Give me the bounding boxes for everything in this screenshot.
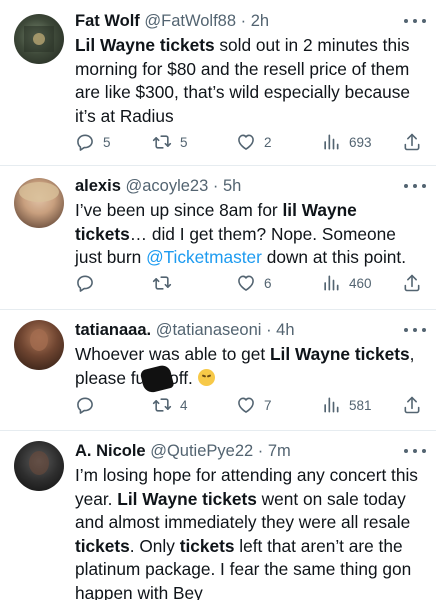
reply-button[interactable] [75, 394, 103, 416]
separator: · [257, 442, 268, 460]
reply-icon [77, 134, 93, 151]
timestamp[interactable]: 2h [251, 12, 269, 30]
views-button[interactable]: 581 [321, 394, 372, 416]
pensive-face-icon [197, 368, 215, 386]
tweet-text: I’m losing hope for attending any concer… [75, 464, 424, 600]
views-icon [324, 134, 339, 150]
action-bar: 5 5 2 693 [75, 131, 422, 153]
like-button[interactable]: 6 [236, 272, 272, 294]
separator: · [266, 321, 277, 339]
share-button[interactable] [402, 394, 422, 416]
handle[interactable]: @tatianaseoni [156, 321, 262, 339]
avatar[interactable] [14, 320, 64, 370]
like-count: 6 [264, 275, 272, 291]
tweet[interactable]: tatianaaa. @tatianaseoni · 4h Whoever wa… [0, 310, 436, 431]
display-name[interactable]: Fat Wolf [75, 12, 140, 30]
timestamp[interactable]: 7m [268, 442, 291, 460]
more-icon[interactable] [404, 445, 426, 457]
like-button[interactable]: 2 [236, 131, 272, 153]
like-icon [238, 397, 254, 413]
share-button[interactable] [402, 131, 422, 153]
action-bar: 4 7 581 [75, 394, 422, 416]
separator: · [212, 177, 223, 195]
tweet-text: I’ve been up since 8am for lil Wayne tic… [75, 199, 424, 270]
search-highlight: Lil Wayne tickets [117, 488, 257, 509]
retweet-icon [152, 135, 172, 149]
reply-icon [77, 275, 93, 292]
retweet-count: 5 [180, 134, 188, 150]
like-count: 7 [264, 397, 272, 413]
tweet[interactable]: A. Nicole @QutiePye22 · 7m I’m losing ho… [0, 431, 436, 600]
action-bar: 6 460 [75, 272, 422, 294]
tweet-feed: Fat Wolf @FatWolf88 · 2h Lil Wayne ticke… [0, 0, 436, 600]
tweet[interactable]: Fat Wolf @FatWolf88 · 2h Lil Wayne ticke… [0, 0, 436, 166]
handle[interactable]: @FatWolf88 [144, 12, 236, 30]
retweet-button[interactable] [152, 272, 180, 294]
more-icon[interactable] [404, 15, 426, 27]
retweet-icon [152, 398, 172, 412]
search-highlight: Lil Wayne tickets [75, 35, 215, 55]
display-name[interactable]: A. Nicole [75, 442, 146, 460]
text-segment: Whoever was able to get [75, 344, 270, 364]
retweet-button[interactable]: 5 [152, 131, 188, 153]
views-count: 460 [349, 275, 372, 291]
reply-button[interactable] [75, 272, 103, 294]
text-segment: . Only [129, 535, 180, 556]
like-icon [238, 275, 254, 291]
display-name[interactable]: alexis [75, 177, 121, 195]
search-highlight: tickets [75, 535, 130, 556]
like-count: 2 [264, 134, 272, 150]
more-icon[interactable] [404, 180, 426, 192]
reply-icon [77, 397, 93, 414]
share-icon [404, 396, 420, 414]
text-segment: I’ve been up since 8am for [75, 200, 283, 220]
handle[interactable]: @acoyle23 [125, 177, 208, 195]
share-icon [404, 133, 420, 151]
like-icon [238, 134, 254, 150]
display-name[interactable]: tatianaaa. [75, 321, 151, 339]
avatar[interactable] [14, 14, 64, 64]
avatar[interactable] [14, 178, 64, 228]
handle[interactable]: @QutiePye22 [150, 442, 253, 460]
timestamp[interactable]: 4h [276, 321, 294, 339]
share-icon [404, 274, 420, 292]
reply-count: 5 [103, 134, 111, 150]
retweet-icon [152, 276, 172, 290]
views-button[interactable]: 693 [321, 131, 372, 153]
avatar[interactable] [14, 441, 64, 491]
tweet[interactable]: alexis @acoyle23 · 5h I’ve been up since… [0, 166, 436, 310]
separator: · [240, 12, 251, 30]
timestamp[interactable]: 5h [223, 177, 241, 195]
views-count: 581 [349, 397, 372, 413]
views-button[interactable]: 460 [321, 272, 372, 294]
text-segment: down at this point. [261, 247, 407, 267]
tweet-text: Whoever was able to get Lil Wayne ticket… [75, 343, 424, 390]
views-count: 693 [349, 134, 372, 150]
search-highlight: Lil Wayne tickets [270, 344, 410, 364]
tweet-text: Lil Wayne tickets sold out in 2 minutes … [75, 34, 424, 128]
retweet-count: 4 [180, 397, 188, 413]
reply-button[interactable]: 5 [75, 131, 111, 153]
like-button[interactable]: 7 [236, 394, 272, 416]
views-icon [324, 275, 339, 291]
search-highlight: tickets [179, 535, 235, 556]
share-button[interactable] [402, 272, 422, 294]
mention-link[interactable]: @Ticketmaster [146, 247, 262, 267]
more-icon[interactable] [404, 324, 426, 336]
views-icon [324, 397, 339, 413]
retweet-button[interactable]: 4 [152, 394, 188, 416]
